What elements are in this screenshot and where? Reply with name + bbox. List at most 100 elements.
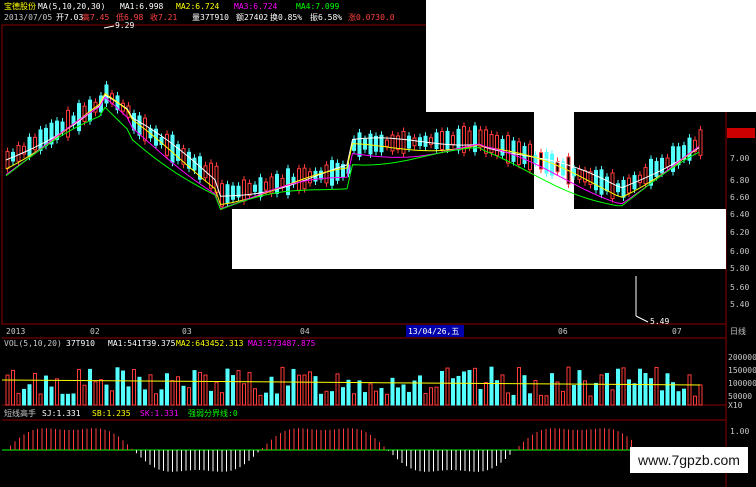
volume-bar	[495, 380, 499, 406]
candle-body	[396, 135, 400, 150]
volume-bar	[49, 386, 54, 406]
candle-body	[577, 168, 582, 180]
candle-body	[357, 132, 362, 157]
volume-axis-label: X10	[728, 401, 743, 410]
volume-bar	[671, 382, 675, 406]
candle-body	[533, 154, 538, 163]
candle-body	[247, 182, 252, 196]
ind-sb: SB:1.235	[92, 409, 131, 418]
price-axis-label: 6.60	[730, 193, 749, 202]
info-open: 开7.03	[56, 13, 83, 22]
volume-bar	[357, 380, 362, 406]
candle-body	[330, 160, 334, 186]
price-axis-label: 6.80	[730, 176, 749, 185]
volume-bar	[319, 393, 323, 406]
last-price-box	[727, 128, 755, 138]
volume-bar	[676, 391, 681, 406]
volume-bar	[280, 366, 285, 406]
volume-bar	[291, 368, 296, 406]
volume-bar	[258, 394, 263, 406]
candle-body	[511, 140, 516, 162]
volume-bar	[396, 387, 400, 406]
volume-bar	[71, 393, 76, 406]
time-axis-label: 02	[90, 327, 100, 336]
candle-body	[401, 131, 406, 154]
volume-bar	[500, 374, 505, 406]
ind-name: 短线高手	[4, 408, 36, 418]
volume-bar	[82, 384, 87, 406]
ma2-value: MA2:6.724	[176, 2, 220, 11]
vol-ma-line	[1, 379, 701, 386]
candle-body	[594, 169, 598, 191]
info-date: 2013/07/05	[4, 13, 52, 22]
volume-bar	[528, 393, 532, 406]
time-axis: 2013020304050607	[6, 327, 682, 336]
volume-bar	[374, 390, 378, 406]
volume-bar	[38, 393, 43, 406]
price-axis: 7.217.006.806.606.406.206.005.805.605.40	[730, 129, 749, 309]
vol-ma1: MA1:541T39.375	[108, 339, 176, 348]
info-amplitude: 振6.58%	[310, 12, 342, 22]
candle-body	[264, 181, 268, 191]
candle-body	[242, 179, 246, 202]
volume-bar	[506, 392, 510, 406]
volume-bar	[148, 374, 153, 406]
candle-body	[297, 168, 301, 191]
volume-bar	[242, 383, 246, 406]
ma4-value: MA4:7.099	[296, 2, 340, 11]
volume-bar	[324, 390, 329, 406]
volume-bar	[214, 381, 219, 406]
candle-body	[220, 183, 224, 207]
volume-bar	[544, 395, 549, 406]
candle-body	[698, 129, 703, 156]
volume-bars	[1, 366, 703, 406]
period-label[interactable]: 日线	[730, 326, 746, 336]
candle-body	[253, 184, 257, 192]
info-amount: 额27402	[236, 12, 268, 22]
volume-bar	[379, 387, 384, 406]
volume-bar	[27, 384, 32, 406]
volume-bar	[198, 371, 202, 406]
volume-bar	[286, 385, 290, 406]
volume-bar	[577, 370, 582, 406]
volume-axis-label: 200000	[728, 353, 756, 362]
volume-bar	[341, 387, 345, 406]
volume-bar	[55, 378, 59, 406]
ma-label: MA(5,10,20,30)	[38, 2, 105, 11]
volume-bar	[11, 369, 15, 406]
volume-bar	[539, 394, 543, 406]
candle-body	[616, 183, 620, 193]
volume-bar	[572, 385, 576, 406]
stock-name: 宝德股份	[4, 1, 36, 11]
vol-ma3: MA3:573487.875	[248, 339, 316, 348]
candle-body	[654, 161, 659, 177]
volume-bar	[60, 393, 65, 406]
volume-bar	[192, 370, 197, 406]
volume-bar	[682, 388, 686, 406]
volume-bar	[335, 373, 340, 406]
volume-bar	[104, 384, 109, 406]
ind-sj: SJ:1.331	[42, 409, 81, 418]
candle-body	[506, 135, 510, 164]
high-mark: 9.29	[115, 21, 134, 30]
volume-bar	[445, 367, 450, 406]
kline-chart[interactable]: 宝德股份 MA(5,10,20,30) MA1:6.998 MA2:6.724 …	[0, 0, 756, 487]
time-axis-label: 04	[300, 327, 310, 336]
volume-bar	[693, 395, 697, 406]
volume-bar	[588, 395, 593, 406]
candle-body	[599, 169, 604, 195]
volume-bar	[698, 384, 703, 406]
candle-body	[27, 136, 32, 157]
volume-bar	[484, 382, 488, 406]
volume-bar	[638, 368, 642, 406]
time-axis-label: 07	[672, 327, 682, 336]
candle-body	[456, 128, 461, 151]
volume-bar	[203, 374, 208, 406]
volume-bar	[154, 393, 158, 406]
candle-body	[368, 133, 373, 155]
candle-body	[385, 139, 389, 147]
volume-bar	[456, 375, 461, 406]
volume-bar	[363, 392, 367, 406]
vol-value: 37T910	[66, 339, 95, 348]
candle-body	[665, 157, 670, 168]
